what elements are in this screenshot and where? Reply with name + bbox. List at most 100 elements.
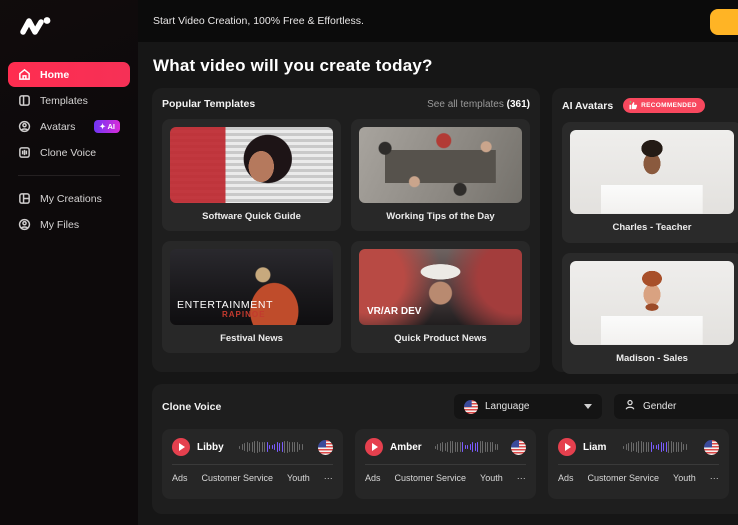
- avatar-photo: [570, 130, 734, 214]
- play-button[interactable]: [558, 438, 576, 456]
- sidebar-item-templates[interactable]: Templates: [8, 88, 130, 113]
- clone-voice-title: Clone Voice: [162, 401, 221, 413]
- language-dropdown[interactable]: Language: [454, 394, 602, 419]
- recommended-badge: RECOMMENDED: [623, 98, 705, 113]
- voice-tags: Ads Customer Service Youth ···: [365, 473, 526, 483]
- voice-tag[interactable]: Customer Service: [202, 473, 274, 483]
- template-title: Working Tips of the Day: [359, 203, 522, 231]
- voice-card-top: Liam: [558, 438, 719, 456]
- voice-card-row: Libby Ads Customer Service Youth ··· Amb…: [162, 429, 738, 499]
- voice-tag[interactable]: Youth: [673, 473, 696, 483]
- template-card[interactable]: VR/AR DEV Quick Product News: [351, 241, 530, 353]
- sidebar-item-label: Clone Voice: [40, 147, 96, 159]
- ai-badge: ✦ AI: [94, 120, 120, 133]
- sidebar-item-my-files[interactable]: My Files: [8, 212, 130, 237]
- sidebar: Home Templates Avatars ✦ AI Clone Voice …: [0, 0, 138, 525]
- voice-tag[interactable]: Customer Service: [395, 473, 467, 483]
- voice-tag[interactable]: Ads: [365, 473, 381, 483]
- avatars-icon: [18, 120, 31, 133]
- template-thumbnail: VR/AR DEV: [359, 249, 522, 325]
- voice-card: Libby Ads Customer Service Youth ···: [162, 429, 343, 499]
- avatar-name: Madison - Sales: [570, 345, 734, 374]
- person-icon: [624, 399, 636, 414]
- clone-voice-icon: [18, 146, 31, 159]
- play-button[interactable]: [365, 438, 383, 456]
- templates-icon: [18, 94, 31, 107]
- sidebar-item-label: Avatars: [40, 121, 75, 133]
- voice-waveform[interactable]: [429, 439, 504, 455]
- avatar-card[interactable]: Charles - Teacher: [562, 122, 738, 243]
- voice-card: Liam Ads Customer Service Youth ···: [548, 429, 729, 499]
- main-content: What video will you create today? Popula…: [138, 42, 738, 525]
- template-thumbnail: [170, 127, 333, 203]
- thumbnail-overlay-text: VR/AR DEV: [367, 306, 421, 317]
- ai-avatars-header: AI Avatars RECOMMENDED: [562, 98, 738, 113]
- cta-button[interactable]: [710, 9, 738, 35]
- popular-templates-title: Popular Templates: [162, 98, 255, 110]
- voice-tag[interactable]: Youth: [480, 473, 503, 483]
- sidebar-item-label: Home: [40, 69, 69, 81]
- sidebar-divider: [18, 175, 120, 176]
- divider: [365, 464, 526, 465]
- voice-name: Libby: [197, 442, 224, 453]
- my-creations-icon: [18, 192, 31, 205]
- divider: [558, 464, 719, 465]
- template-title: Festival News: [170, 325, 333, 353]
- us-flag-icon: [704, 440, 719, 455]
- app-logo-icon: [18, 14, 54, 38]
- thumbs-up-icon: [629, 101, 638, 110]
- voice-tag[interactable]: Youth: [287, 473, 310, 483]
- voice-card-top: Amber: [365, 438, 526, 456]
- us-flag-icon: [464, 400, 478, 414]
- topbar: Start Video Creation, 100% Free & Effort…: [138, 0, 738, 42]
- clone-voice-panel: Clone Voice Language Gender Li: [152, 384, 738, 514]
- voice-tag[interactable]: Customer Service: [588, 473, 660, 483]
- voice-waveform[interactable]: [613, 439, 697, 455]
- promo-text: Start Video Creation, 100% Free & Effort…: [153, 15, 364, 27]
- voice-name: Amber: [390, 442, 422, 453]
- popular-templates-header: Popular Templates See all templates (361…: [162, 98, 530, 110]
- sidebar-item-label: My Files: [40, 219, 79, 231]
- sidebar-item-avatars[interactable]: Avatars ✦ AI: [8, 114, 130, 139]
- avatar-card[interactable]: Madison - Sales: [562, 253, 738, 374]
- popular-templates-panel: Popular Templates See all templates (361…: [152, 88, 540, 372]
- voice-tag[interactable]: Ads: [558, 473, 574, 483]
- ai-avatars-title: AI Avatars: [562, 100, 613, 112]
- ai-avatars-panel: AI Avatars RECOMMENDED Charles - Teacher…: [552, 88, 738, 372]
- gender-dropdown[interactable]: Gender: [614, 394, 738, 419]
- template-grid: Software Quick Guide Working Tips of the…: [162, 119, 530, 353]
- voice-name: Liam: [583, 442, 606, 453]
- see-all-templates-link[interactable]: See all templates (361): [427, 99, 530, 110]
- thumbnail-overlay-text: RAPINOE: [222, 310, 265, 319]
- template-title: Quick Product News: [359, 325, 522, 353]
- see-all-label: See all templates: [427, 99, 504, 110]
- template-card[interactable]: ENTERTAINMENT RAPINOE Festival News: [162, 241, 341, 353]
- more-tags-button[interactable]: ···: [517, 473, 526, 483]
- voice-card-top: Libby: [172, 438, 333, 456]
- template-thumbnail: [359, 127, 522, 203]
- template-card[interactable]: Working Tips of the Day: [351, 119, 530, 231]
- play-button[interactable]: [172, 438, 190, 456]
- voice-waveform[interactable]: [231, 439, 311, 455]
- voice-tag[interactable]: Ads: [172, 473, 188, 483]
- divider: [172, 464, 333, 465]
- sidebar-item-home[interactable]: Home: [8, 62, 130, 87]
- avatar-photo: [570, 261, 734, 345]
- more-tags-button[interactable]: ···: [710, 473, 719, 483]
- gender-dropdown-label: Gender: [643, 401, 676, 412]
- more-tags-button[interactable]: ···: [324, 473, 333, 483]
- avatar-name: Charles - Teacher: [570, 214, 734, 243]
- sidebar-item-label: My Creations: [40, 193, 102, 205]
- template-title: Software Quick Guide: [170, 203, 333, 231]
- template-thumbnail: ENTERTAINMENT RAPINOE: [170, 249, 333, 325]
- sidebar-item-clone-voice[interactable]: Clone Voice: [8, 140, 130, 165]
- clone-voice-header: Clone Voice Language Gender: [162, 394, 738, 419]
- sidebar-item-label: Templates: [40, 95, 88, 107]
- us-flag-icon: [318, 440, 333, 455]
- template-card[interactable]: Software Quick Guide: [162, 119, 341, 231]
- language-dropdown-label: Language: [485, 401, 530, 412]
- voice-card: Amber Ads Customer Service Youth ···: [355, 429, 536, 499]
- voice-tags: Ads Customer Service Youth ···: [172, 473, 333, 483]
- voice-filters: Language Gender: [454, 394, 738, 419]
- sidebar-item-my-creations[interactable]: My Creations: [8, 186, 130, 211]
